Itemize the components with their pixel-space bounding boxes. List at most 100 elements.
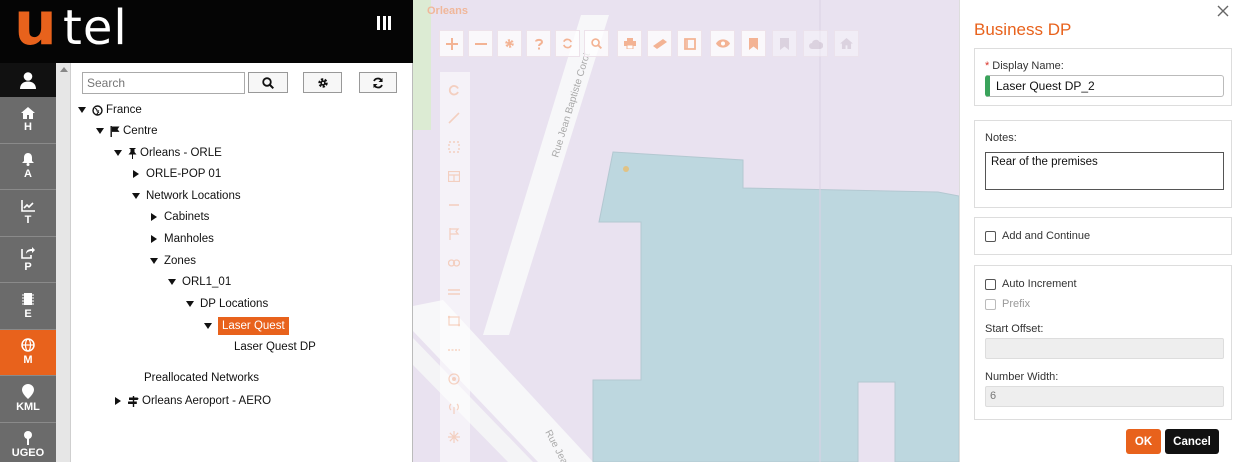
tree-node-orle-pop[interactable]: ORLE-POP 01 [131, 168, 221, 180]
rail-item-label: A [24, 167, 32, 180]
tree-refresh-button[interactable] [359, 72, 397, 93]
select-area-tool[interactable] [443, 136, 465, 158]
display-name-field[interactable] [985, 75, 1224, 97]
draw-line-tool[interactable] [443, 107, 465, 129]
dash-tool[interactable] [443, 339, 465, 361]
ok-button[interactable]: OK [1126, 429, 1161, 454]
rail-item-label: T [24, 213, 32, 226]
scroll-up-icon[interactable] [60, 67, 68, 72]
tree-node-manholes[interactable]: Manholes [149, 233, 214, 245]
cancel-button[interactable]: Cancel [1165, 429, 1219, 454]
visibility-button[interactable] [710, 30, 735, 57]
collapse-icon[interactable] [95, 126, 105, 136]
tree-node-label: Centre [123, 125, 158, 137]
expand-icon[interactable] [131, 169, 141, 179]
pushpin-icon [24, 431, 32, 446]
tree-node-label: France [106, 104, 142, 116]
dashed-line-icon [448, 349, 460, 351]
map-canvas[interactable]: Rue Jean Baptiste Corot Rue Jean Orleans [413, 0, 959, 462]
auto-increment-checkbox[interactable]: Auto Increment [985, 278, 1077, 290]
rail-item-label: UGEO [11, 447, 45, 460]
tree-node-cabinets[interactable]: Cabinets [149, 211, 209, 223]
rail-item-alerts[interactable]: A [0, 144, 56, 190]
rail-item-publish[interactable]: P [0, 237, 56, 283]
search-button[interactable] [248, 72, 288, 93]
tree-node-france[interactable]: France [77, 104, 142, 116]
target-tool[interactable] [443, 368, 465, 390]
add-and-continue-checkbox[interactable]: Add and Continue [985, 230, 1090, 242]
start-offset-field[interactable] [985, 338, 1224, 359]
tree-node-network-locations[interactable]: Network Locations [131, 190, 241, 202]
collapse-icon[interactable] [149, 256, 159, 266]
eye-icon [715, 39, 730, 48]
minus-tool[interactable] [443, 194, 465, 216]
measure-button[interactable] [647, 30, 672, 57]
rail-item-ugeo[interactable]: UGEO [0, 423, 56, 462]
notes-label: Notes: [985, 132, 1017, 144]
tree-node-orl1-01[interactable]: ORL1_01 [167, 276, 231, 288]
antenna-tool[interactable] [443, 397, 465, 419]
rail-item-map[interactable]: M [0, 329, 56, 376]
prefix-checkbox[interactable]: Prefix [985, 298, 1030, 310]
help-button[interactable] [526, 30, 551, 57]
user-menu-button[interactable] [0, 63, 56, 97]
rail-item-equipment[interactable]: E [0, 283, 56, 330]
number-width-field[interactable]: 6 [985, 386, 1224, 407]
tree-node-centre[interactable]: Centre [95, 125, 158, 137]
notes-field[interactable]: Rear of the premises [985, 152, 1224, 190]
cable-icon [448, 289, 460, 295]
search-input[interactable] [82, 72, 245, 94]
columns-toggle-icon[interactable] [377, 16, 391, 30]
home-icon [840, 38, 853, 49]
rotate-tool[interactable] [443, 79, 465, 101]
print-button[interactable] [617, 30, 642, 57]
rail-item-kml[interactable]: KML [0, 376, 56, 423]
rail-item-home[interactable]: H [0, 97, 56, 144]
tree-node-orleans[interactable]: Orleans - ORLE [113, 147, 222, 159]
zoom-out-button[interactable] [468, 30, 493, 57]
bookmark-disabled-button[interactable] [772, 30, 797, 57]
table-tool[interactable] [443, 165, 465, 187]
cloud-disabled-button[interactable] [803, 30, 828, 57]
collapse-icon[interactable] [203, 321, 213, 331]
map-search-button[interactable] [584, 30, 609, 57]
map-pin-icon [22, 384, 34, 400]
tree-node-laser-quest[interactable]: Laser Quest [203, 317, 289, 335]
link-tool[interactable] [443, 252, 465, 274]
map-settings-button[interactable] [497, 30, 522, 57]
collapse-icon[interactable] [77, 105, 87, 115]
flag-tool[interactable] [443, 223, 465, 245]
close-icon[interactable] [1217, 5, 1229, 17]
map-background: Rue Jean Baptiste Corot Rue Jean [413, 0, 959, 462]
bookmark-button[interactable] [741, 30, 766, 57]
table-icon [448, 170, 460, 182]
header-bar: u tel [0, 0, 413, 63]
zoom-in-button[interactable] [439, 30, 464, 57]
tree-node-dp-locations[interactable]: DP Locations [185, 298, 268, 310]
collapse-icon[interactable] [131, 191, 141, 201]
polygon-tool[interactable] [443, 310, 465, 332]
expand-icon[interactable] [113, 396, 123, 406]
map-refresh-button[interactable] [555, 30, 580, 57]
cable-tool[interactable] [443, 281, 465, 303]
layers-button[interactable] [677, 30, 702, 57]
collapse-icon[interactable] [167, 277, 177, 287]
expand-icon[interactable] [149, 212, 159, 222]
app-window: u tel H A T P E M KML UGEO Search France… [0, 0, 1242, 462]
home-disabled-button[interactable] [834, 30, 859, 57]
tree-scrollbar[interactable] [56, 63, 71, 462]
splice-tool[interactable] [443, 426, 465, 448]
rail-item-trends[interactable]: T [0, 190, 56, 237]
collapse-icon[interactable] [113, 148, 123, 158]
tree-node-laser-quest-dp[interactable]: Laser Quest DP [234, 341, 316, 353]
collapse-icon[interactable] [185, 299, 195, 309]
expand-icon[interactable] [149, 234, 159, 244]
side-rail: H A T P E M KML UGEO [0, 63, 56, 462]
tree-node-label: Orleans - ORLE [140, 147, 222, 159]
tree-settings-button[interactable] [303, 72, 342, 93]
tree-node-preallocated-networks[interactable]: Preallocated Networks [144, 372, 259, 384]
tree-node-orleans-aeroport[interactable]: Orleans Aeroport - AERO [113, 395, 271, 407]
tree-node-zones[interactable]: Zones [149, 255, 196, 267]
polygon-icon [448, 315, 460, 327]
minus-icon [449, 204, 459, 206]
